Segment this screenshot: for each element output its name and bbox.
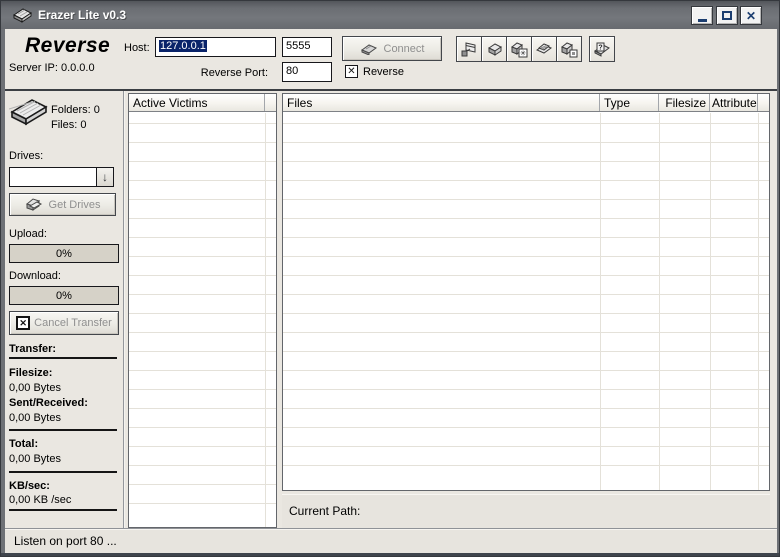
victims-header-cell[interactable]: Active Victims	[129, 94, 265, 111]
drives-combo-value[interactable]	[10, 168, 96, 186]
cancel-transfer-label: Cancel Transfer	[34, 317, 112, 329]
current-path-panel: Current Path:	[282, 494, 770, 528]
victims-header-filler	[265, 94, 276, 111]
close-button[interactable]: ✕	[740, 6, 762, 25]
reverse-checkbox-label: Reverse	[363, 65, 404, 78]
files-header-filler	[758, 94, 769, 111]
checkbox-x-icon[interactable]: ✕	[345, 65, 358, 78]
files-count: Files: 0	[51, 119, 87, 131]
connect-plug-icon	[360, 43, 378, 55]
help-book-icon: ?	[594, 42, 610, 57]
filesize-value: 0,00 Bytes	[9, 382, 61, 394]
get-drives-label: Get Drives	[48, 198, 101, 211]
host-label: Host:	[124, 42, 150, 54]
connect-label: Connect	[383, 42, 425, 55]
minimize-button[interactable]	[691, 6, 713, 25]
new-window-button[interactable]	[456, 36, 482, 62]
status-bar: Listen on port 80 ...	[5, 529, 777, 553]
app-heading: Reverse	[25, 34, 111, 57]
window-title: Erazer Lite v0.3	[38, 8, 127, 22]
files-list-body[interactable]	[283, 113, 769, 490]
sidebar-divider	[123, 91, 124, 528]
kbsec-value: 0,00 KB /sec	[9, 494, 72, 506]
get-drives-folder-icon	[25, 197, 43, 212]
download-progressbar: 0%	[9, 286, 119, 305]
files-header: Files Type Filesize Attributes	[283, 94, 769, 112]
download-label: Download:	[9, 270, 61, 282]
files-header-filesize[interactable]: Filesize	[659, 94, 710, 111]
sent-received-value: 0,00 Bytes	[9, 412, 61, 424]
sent-received-label: Sent/Received:	[9, 397, 88, 409]
files-column-line	[758, 113, 759, 490]
drives-combo[interactable]: ↓	[9, 167, 114, 187]
files-list: Files Type Filesize Attributes	[282, 93, 770, 491]
victims-column-line	[265, 113, 266, 527]
folder-save-icon	[561, 41, 578, 57]
arrow-down-icon: ↓	[102, 170, 108, 184]
total-value: 0,00 Bytes	[9, 453, 61, 465]
victims-list-body[interactable]	[129, 113, 276, 527]
app-icon	[11, 6, 33, 24]
cancel-transfer-button[interactable]: ✕ Cancel Transfer	[9, 311, 119, 335]
connect-button[interactable]: Connect	[342, 36, 442, 61]
documents-button[interactable]	[531, 36, 557, 62]
download-progress-value: 0%	[56, 289, 72, 302]
get-drives-button[interactable]: Get Drives	[9, 193, 116, 216]
toolbar: ✳	[456, 36, 582, 62]
title-bar[interactable]: Erazer Lite v0.3 ✕	[1, 1, 779, 29]
files-column-line	[659, 113, 660, 490]
files-column-line	[710, 113, 711, 490]
reverse-checkbox[interactable]: ✕ Reverse	[345, 65, 404, 78]
server-ip-label: Server IP: 0.0.0.0	[9, 62, 95, 74]
separator-line	[9, 509, 117, 511]
window-bottom-border	[1, 553, 779, 556]
drive-icon	[9, 97, 49, 127]
files-header-attributes[interactable]: Attributes	[710, 94, 758, 111]
cancel-x-icon: ✕	[16, 316, 31, 330]
folder-icon	[487, 42, 502, 56]
minimize-icon	[697, 18, 707, 22]
total-label: Total:	[9, 438, 39, 450]
maximize-icon	[722, 11, 732, 20]
files-column-line	[600, 113, 601, 490]
separator-line	[9, 357, 117, 359]
transfer-label: Transfer:	[9, 343, 57, 355]
help-button[interactable]: ?	[589, 36, 615, 62]
host-input[interactable]: 127.0.0.1	[155, 37, 276, 57]
close-icon: ✕	[745, 8, 757, 23]
reverse-port-label: Reverse Port:	[200, 67, 268, 79]
svg-text:?: ?	[598, 45, 602, 52]
reverse-port-input[interactable]: 80	[282, 62, 332, 82]
separator-line	[9, 429, 117, 431]
upload-label: Upload:	[9, 228, 47, 240]
host-selected-text: 127.0.0.1	[159, 40, 207, 52]
upload-progressbar: 0%	[9, 244, 119, 263]
victims-header: Active Victims	[129, 94, 276, 112]
drives-label: Drives:	[9, 150, 44, 162]
status-text: Listen on port 80 ...	[14, 534, 117, 548]
app-window: Erazer Lite v0.3 ✕ Reverse Server IP: 0.…	[0, 0, 780, 557]
active-victims-list: Active Victims	[128, 93, 277, 528]
top-divider	[5, 89, 777, 91]
window-arrow-icon	[461, 41, 475, 56]
folder-save-button[interactable]	[556, 36, 582, 62]
documents-icon	[535, 42, 553, 54]
combo-dropdown-button[interactable]: ↓	[96, 168, 113, 186]
separator-line	[9, 471, 117, 473]
files-header-type[interactable]: Type	[600, 94, 659, 111]
port-input[interactable]: 5555	[282, 37, 332, 57]
svg-text:✳: ✳	[520, 49, 526, 57]
filesize-label: Filesize:	[9, 367, 53, 379]
files-header-files[interactable]: Files	[283, 94, 600, 111]
folder-delete-button[interactable]: ✳	[506, 36, 532, 62]
maximize-button[interactable]	[716, 6, 738, 25]
folders-count: Folders: 0	[51, 104, 100, 116]
folder-asterisk-icon: ✳	[511, 41, 528, 57]
upload-progress-value: 0%	[56, 247, 72, 260]
folder-button[interactable]	[481, 36, 507, 62]
current-path-label: Current Path:	[289, 504, 361, 518]
kbsec-label: KB/sec:	[9, 480, 50, 492]
